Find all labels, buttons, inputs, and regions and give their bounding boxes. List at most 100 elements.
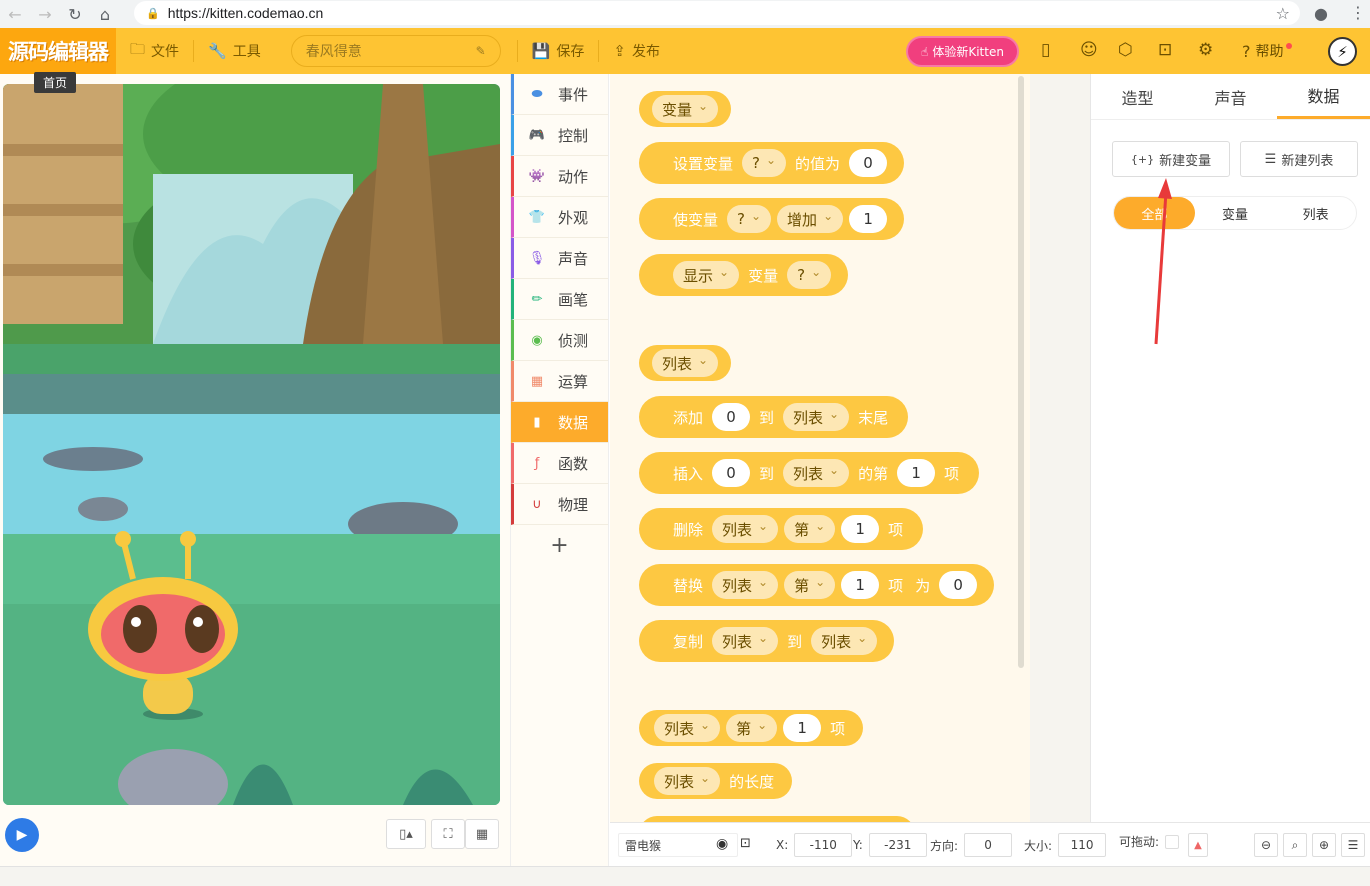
category-9[interactable]: ƒ 函数: [511, 443, 608, 484]
show-dropdown[interactable]: 显示: [673, 261, 740, 289]
bot-icon[interactable]: ⊡: [1158, 40, 1172, 60]
forward-icon[interactable]: →: [30, 5, 60, 24]
tab-costumes[interactable]: 造型: [1091, 74, 1184, 119]
list-length-block[interactable]: 列表 的长度: [639, 763, 793, 799]
value-input[interactable]: 1: [849, 205, 888, 233]
list-item-block[interactable]: 列表 第 1 项: [639, 710, 864, 746]
variable-dropdown[interactable]: ?: [742, 149, 787, 177]
new-list-button[interactable]: ☰ 新建列表: [1240, 141, 1358, 177]
palette-scrollbar[interactable]: [1018, 76, 1024, 668]
category-0[interactable]: ⬬ 事件: [511, 74, 608, 115]
list-dropdown[interactable]: 列表: [811, 627, 878, 655]
reload-icon[interactable]: ↻: [60, 5, 90, 24]
tab-sounds[interactable]: 声音: [1184, 74, 1277, 119]
try-new-kitten-button[interactable]: ☝ 体验新Kitten: [906, 36, 1019, 67]
index-input[interactable]: 1: [841, 571, 880, 599]
variable-dropdown[interactable]: ?: [727, 205, 772, 233]
grid-button[interactable]: ▦: [465, 819, 499, 849]
filter-variables[interactable]: 变量: [1195, 197, 1276, 229]
replace-in-list-block[interactable]: 替换 列表 第 1 项 为 0: [639, 564, 995, 606]
star-icon[interactable]: ☆: [1276, 4, 1290, 23]
value-input[interactable]: 0: [849, 149, 888, 177]
x-input[interactable]: -110: [794, 833, 853, 857]
category-6[interactable]: ◉ 侦测: [511, 320, 608, 361]
save-button[interactable]: 💾 保存: [518, 28, 599, 74]
delete-from-list-block[interactable]: 删除 列表 第 1 项: [639, 508, 924, 550]
show-variable-block[interactable]: 显示 变量 ?: [639, 254, 849, 296]
zoom-reset-icon[interactable]: ⌕: [1283, 833, 1307, 857]
play-button[interactable]: ▶: [5, 818, 39, 852]
category-7[interactable]: ▦ 运算: [511, 361, 608, 402]
settings-icon[interactable]: ⚙: [1198, 40, 1213, 60]
insert-into-list-block[interactable]: 插入 0 到 列表 的第 1 项: [639, 452, 980, 494]
list-dropdown[interactable]: 列表: [783, 403, 850, 431]
set-variable-block[interactable]: 设置变量 ? 的值为 0: [639, 142, 905, 184]
help-button[interactable]: ? 帮助: [1242, 41, 1292, 61]
index-input[interactable]: 1: [897, 459, 936, 487]
list-dropdown[interactable]: 列表: [654, 767, 721, 795]
fullscreen-button[interactable]: ⛶: [431, 819, 465, 849]
phone-icon[interactable]: ▯: [1041, 40, 1050, 60]
file-menu[interactable]: 🗀 文件: [116, 28, 193, 74]
position-dropdown[interactable]: 第: [784, 571, 836, 599]
menu-dots-icon[interactable]: ⋮: [1350, 3, 1366, 22]
lock-icon[interactable]: ⊡: [740, 836, 751, 851]
list-dropdown[interactable]: 列表: [712, 571, 779, 599]
index-input[interactable]: 1: [841, 515, 880, 543]
value-input[interactable]: 0: [939, 571, 978, 599]
position-dropdown[interactable]: 第: [726, 714, 778, 742]
menu-icon[interactable]: ☰: [1341, 833, 1365, 857]
operation-dropdown[interactable]: 增加: [777, 205, 844, 233]
list-dropdown[interactable]: 列表: [712, 627, 779, 655]
publish-button[interactable]: ⇪ 发布: [599, 28, 674, 74]
draggable-checkbox[interactable]: [1165, 834, 1180, 849]
stage-canvas[interactable]: [3, 84, 500, 805]
category-5[interactable]: ✏ 画笔: [511, 279, 608, 320]
tools-menu[interactable]: 🔧 工具: [194, 28, 275, 74]
variable-section-block[interactable]: 变量: [639, 91, 732, 127]
index-input[interactable]: 1: [783, 714, 822, 742]
value-input[interactable]: 0: [712, 403, 751, 431]
category-2[interactable]: 👾 动作: [511, 156, 608, 197]
list-dropdown[interactable]: 列表: [783, 459, 850, 487]
list-section-block[interactable]: 列表: [639, 345, 732, 381]
device-toggle-button[interactable]: ▯▴: [386, 819, 426, 849]
user-avatar[interactable]: ⚡: [1328, 37, 1357, 66]
new-variable-button[interactable]: {+} 新建变量: [1112, 141, 1230, 177]
filter-lists[interactable]: 列表: [1275, 197, 1356, 229]
add-to-list-block[interactable]: 添加 0 到 列表 末尾: [639, 396, 909, 438]
size-input[interactable]: 110: [1058, 833, 1107, 857]
copy-list-block[interactable]: 复制 列表 到 列表: [639, 620, 895, 662]
project-title-input[interactable]: 春风得意 ✎: [290, 35, 501, 67]
zoom-in-icon[interactable]: ⊕: [1312, 833, 1336, 857]
direction-input[interactable]: 0: [964, 833, 1013, 857]
list-dropdown[interactable]: 列表: [652, 349, 719, 377]
zoom-out-icon[interactable]: ⊖: [1254, 833, 1278, 857]
back-icon[interactable]: ←: [0, 5, 30, 24]
variable-dropdown[interactable]: ?: [787, 261, 832, 289]
robot-icon[interactable]: ☺: [1080, 40, 1098, 60]
change-variable-block[interactable]: 使变量 ? 增加 1: [639, 198, 905, 240]
app-logo[interactable]: 源码编辑器: [0, 28, 116, 74]
account-icon[interactable]: ●: [1314, 4, 1328, 23]
hexagons-icon[interactable]: ⬡: [1118, 40, 1133, 60]
list-dropdown[interactable]: 列表: [712, 515, 779, 543]
collapse-toggle-button[interactable]: ▲: [1188, 833, 1208, 857]
category-8[interactable]: ▮ 数据: [511, 402, 608, 443]
home-icon[interactable]: ⌂: [90, 5, 120, 24]
address-bar[interactable]: 🔒 https://kitten.codemao.cn ☆: [134, 1, 1300, 25]
value-input[interactable]: 0: [712, 459, 751, 487]
add-extension-button[interactable]: +: [511, 525, 608, 565]
category-1[interactable]: 🎮 控制: [511, 115, 608, 156]
script-canvas[interactable]: [1030, 74, 1090, 822]
category-3[interactable]: 👕 外观: [511, 197, 608, 238]
eye-icon[interactable]: ◉: [716, 836, 728, 852]
category-10[interactable]: ∪ 物理: [511, 484, 608, 525]
category-4[interactable]: 🎙 声音: [511, 238, 608, 279]
variable-dropdown[interactable]: 变量: [652, 95, 719, 123]
tab-data[interactable]: 数据: [1277, 74, 1370, 119]
position-dropdown[interactable]: 第: [784, 515, 836, 543]
list-dropdown[interactable]: 列表: [654, 714, 721, 742]
right-panel: 造型 声音 数据 {+} 新建变量 ☰ 新建列表 全部 变量 列表: [1090, 74, 1370, 822]
y-input[interactable]: -231: [868, 833, 927, 857]
